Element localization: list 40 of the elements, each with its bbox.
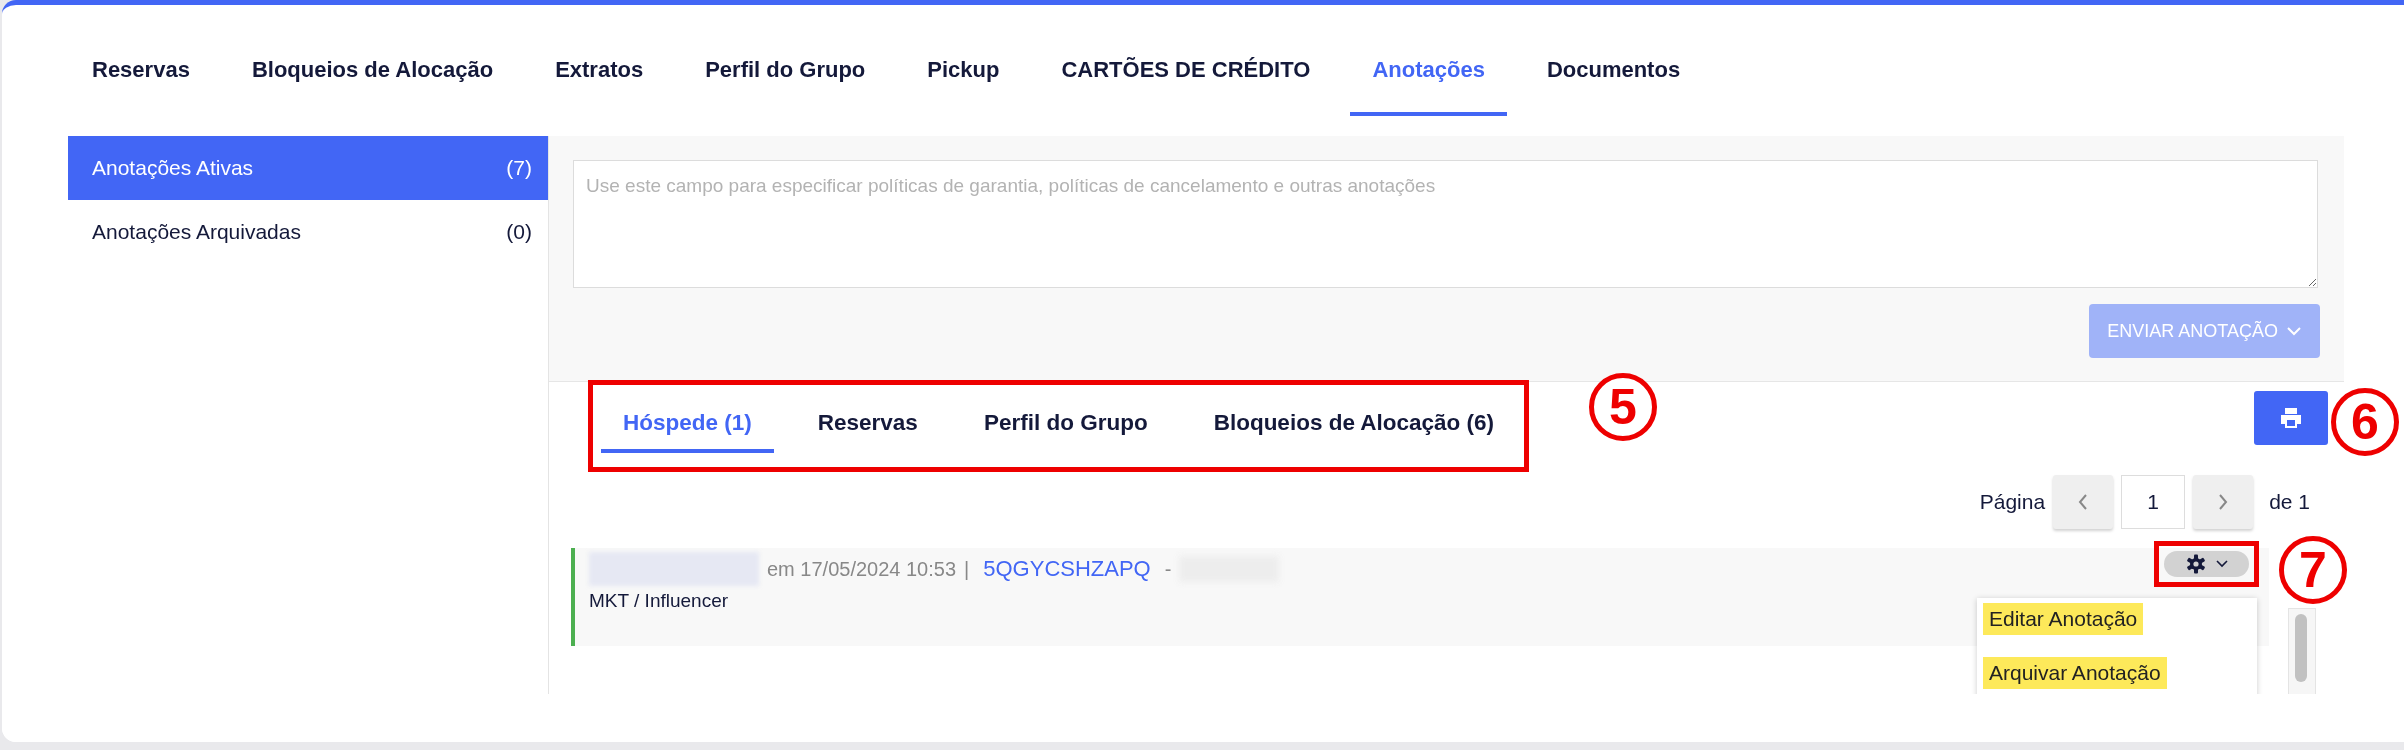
previous-page-button[interactable] <box>2053 475 2114 529</box>
callout-number: 6 <box>2331 388 2399 456</box>
separator: | <box>964 557 970 581</box>
sidebar-item[interactable]: Anotações Ativas (7) <box>68 136 548 200</box>
sidebar-item[interactable]: Anotações Arquivadas (0) <box>68 202 548 262</box>
tab[interactable]: Pickup <box>905 5 1022 116</box>
menu-item[interactable]: Editar Anotação <box>1983 603 2144 635</box>
tab[interactable]: Anotações <box>1350 5 1507 116</box>
reservation-link[interactable]: 5QGYCSHZAPQ <box>983 556 1151 582</box>
tab[interactable]: Perfil do Grupo <box>683 5 888 116</box>
tab[interactable]: Reservas <box>70 5 212 116</box>
note-text: MKT / Influencer <box>589 590 730 612</box>
note-date: em 17/05/2024 10:53 <box>767 557 957 581</box>
menu-item[interactable]: Arquivar Anotação <box>1983 657 2167 689</box>
next-page-button[interactable] <box>2193 475 2254 529</box>
sidebar-item-label: Anotações Arquivadas <box>92 220 301 244</box>
chevron-down-icon <box>2215 560 2228 568</box>
count-label: (7) <box>506 156 532 180</box>
sidebar-item-label: Anotações Ativas <box>92 156 254 180</box>
page-total-label: de 1 <box>2269 490 2310 514</box>
tab[interactable]: CARTÕES DE CRÉDITO <box>1039 5 1333 116</box>
page-number-field[interactable]: 1 <box>2121 475 2186 529</box>
tab[interactable]: Documentos <box>1524 5 1703 116</box>
tab[interactable]: Perfil do Grupo <box>961 385 1170 453</box>
gear-icon <box>2185 554 2206 574</box>
tab[interactable]: Reservas <box>795 385 940 453</box>
print-button[interactable] <box>2254 391 2328 445</box>
tab[interactable]: Hóspede (1) <box>601 385 774 453</box>
chevron-left-icon <box>2078 493 2089 511</box>
printer-icon <box>2279 407 2303 429</box>
callout-number: 7 <box>2279 536 2347 604</box>
chevron-down-icon <box>2286 326 2302 336</box>
dash: - <box>1164 557 1172 581</box>
tab[interactable]: Bloqueios de Alocação <box>229 5 516 116</box>
tab[interactable]: Bloqueios de Alocação (6) <box>1191 385 1517 453</box>
count-label: (0) <box>506 220 532 244</box>
chevron-right-icon <box>2218 493 2229 511</box>
page-label: Página <box>1979 490 2046 514</box>
callout-number: 5 <box>1589 373 1657 441</box>
tab[interactable]: Extratos <box>533 5 666 116</box>
